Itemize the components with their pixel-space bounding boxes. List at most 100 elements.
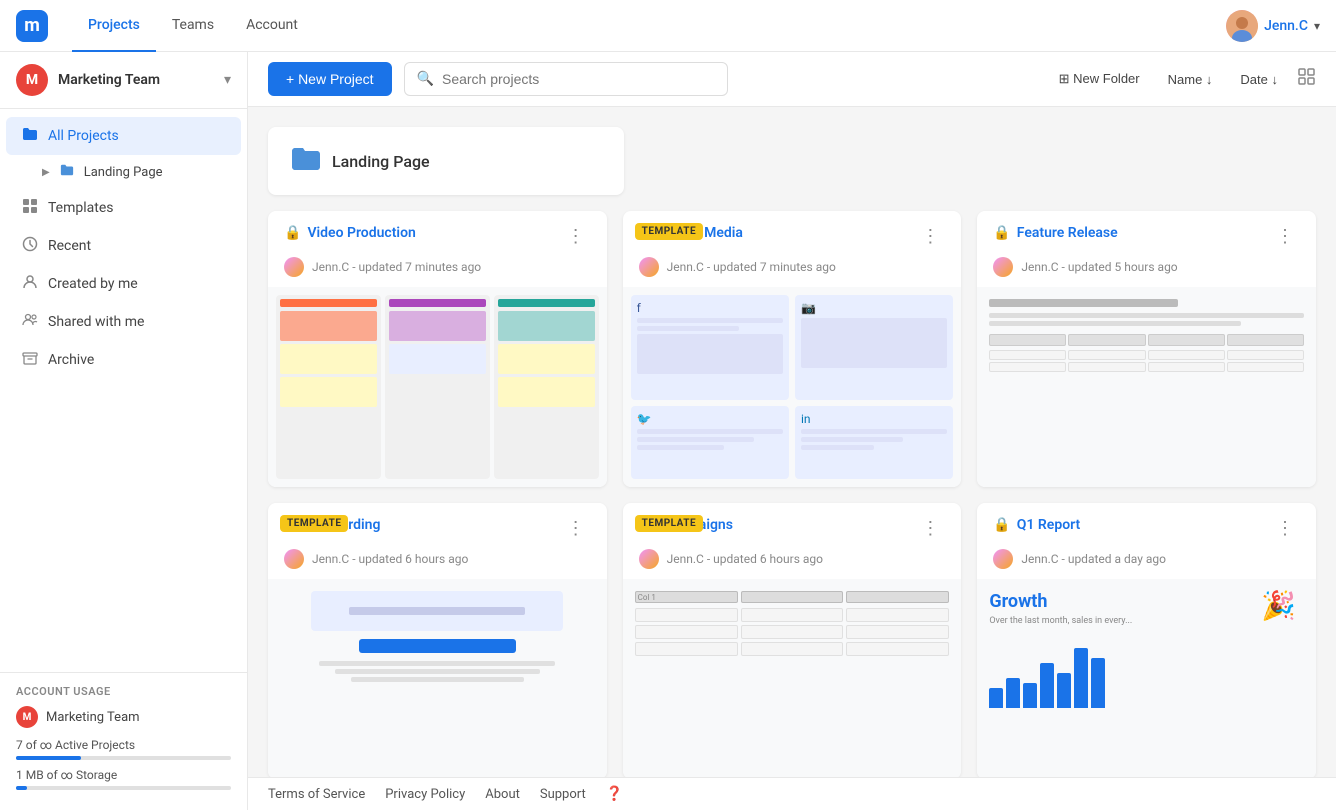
projects-usage-fill (16, 756, 81, 760)
user-nav[interactable]: Jenn.C ▾ (1226, 10, 1320, 42)
kebab-menu-button[interactable]: ⋮ (915, 517, 945, 539)
folder-icon (292, 147, 320, 175)
project-meta-text: Jenn.C - updated 7 minutes ago (667, 260, 836, 274)
kanban-col-todo (276, 295, 381, 479)
project-card-feature-release[interactable]: 🔒 Feature Release ⋮ Jenn.C - updated 5 h… (977, 211, 1316, 487)
template-badge: TEMPLATE (280, 515, 348, 532)
page-footer: Terms of Service Privacy Policy About Su… (248, 777, 1336, 810)
all-projects-label: All Projects (48, 128, 119, 144)
terms-link[interactable]: Terms of Service (268, 787, 365, 802)
help-icon[interactable]: ❓ (606, 786, 623, 802)
sidebar: M Marketing Team ▾ All Projects ▶ (0, 52, 248, 810)
content-topbar: + New Project 🔍 ⊞ New Folder Name ↓ Date… (248, 52, 1336, 107)
project-preview: Col 1 (623, 579, 962, 777)
avatar (639, 257, 659, 277)
kebab-menu-button[interactable]: ⋮ (1270, 225, 1300, 247)
workspace-info: M Marketing Team (16, 64, 160, 96)
nav-projects[interactable]: Projects (72, 0, 156, 52)
sidebar-item-created-by-me[interactable]: Created by me (6, 265, 241, 303)
sidebar-footer: Account Usage M Marketing Team 7 of ∞ Ac… (0, 672, 247, 810)
project-meta-text: Jenn.C - updated 7 minutes ago (312, 260, 481, 274)
kebab-menu-button[interactable]: ⋮ (1270, 517, 1300, 539)
workspace-name: Marketing Team (58, 72, 160, 88)
workspace-footer-name: Marketing Team (46, 710, 140, 725)
lock-icon: 🔒 (993, 517, 1010, 533)
project-card-q1-report[interactable]: 🔒 Q1 Report ⋮ Jenn.C - updated a day ago… (977, 503, 1316, 777)
templates-label: Templates (48, 200, 114, 216)
sidebar-item-templates[interactable]: Templates (6, 189, 241, 227)
project-card-onboarding[interactable]: TEMPLATE ⭐ Onboarding ⋮ Jenn.C - updated… (268, 503, 607, 777)
project-meta-text: Jenn.C - updated 6 hours ago (667, 552, 823, 566)
kebab-menu-button[interactable]: ⋮ (561, 517, 591, 539)
project-meta-text: Jenn.C - updated 5 hours ago (1021, 260, 1177, 274)
sub-folder-icon (60, 163, 74, 181)
avatar (284, 549, 304, 569)
folder-icon (22, 126, 38, 146)
lock-icon: 🔒 (993, 225, 1010, 241)
project-preview (977, 287, 1316, 487)
nav-teams[interactable]: Teams (156, 0, 230, 52)
search-input[interactable] (442, 71, 715, 87)
recent-icon (22, 236, 38, 256)
workspace-footer-avatar: M (16, 706, 38, 728)
active-projects-text: 7 of ∞ Active Projects (16, 738, 231, 752)
project-title: Q1 Report (1017, 517, 1080, 533)
grid-view-icon[interactable] (1298, 68, 1316, 90)
social-panel-li: in (795, 406, 953, 479)
kanban-col-done (494, 295, 599, 479)
content-area: Landing Page 🔒 Video Production ⋮ (248, 107, 1336, 777)
avatar (1226, 10, 1258, 42)
project-preview (268, 579, 607, 777)
storage-text: 1 MB of ∞ Storage (16, 768, 231, 782)
sidebar-item-archive[interactable]: Archive (6, 341, 241, 379)
kebab-menu-button[interactable]: ⋮ (915, 225, 945, 247)
storage-usage-fill (16, 786, 27, 790)
sidebar-item-all-projects[interactable]: All Projects (6, 117, 241, 155)
project-meta-text: Jenn.C - updated a day ago (1021, 552, 1166, 566)
shared-with-me-label: Shared with me (48, 314, 144, 330)
recent-label: Recent (48, 238, 91, 254)
date-sort-button[interactable]: Date ↓ (1232, 66, 1286, 93)
lock-icon: 🔒 (284, 225, 301, 241)
app-logo[interactable]: m (16, 10, 48, 42)
kebab-menu-button[interactable]: ⋮ (561, 225, 591, 247)
nav-account[interactable]: Account (230, 0, 314, 52)
project-card-social-media[interactable]: TEMPLATE ⭐ Social Media ⋮ Jenn.C - updat… (623, 211, 962, 487)
new-folder-button[interactable]: ⊞ New Folder (1051, 65, 1148, 93)
topbar-actions: ⊞ New Folder Name ↓ Date ↓ (1051, 65, 1316, 93)
sidebar-item-landing-page[interactable]: ▶ Landing Page (6, 155, 241, 189)
search-box: 🔍 (404, 62, 729, 96)
archive-label: Archive (48, 352, 94, 368)
kanban-col-doing (385, 295, 490, 479)
folder-card[interactable]: Landing Page (268, 127, 624, 195)
project-preview: f 📷 🐦 (623, 287, 962, 487)
social-panel-insta: 📷 (795, 295, 953, 400)
search-icon: 🔍 (417, 71, 434, 87)
storage-usage-bar (16, 786, 231, 790)
sidebar-header: M Marketing Team ▾ (0, 52, 247, 109)
support-link[interactable]: Support (540, 787, 586, 802)
project-meta-text: Jenn.C - updated 6 hours ago (312, 552, 468, 566)
social-panel-fb: f (631, 295, 789, 400)
project-card-campaigns[interactable]: TEMPLATE ⭐ Campaigns ⋮ Jenn.C - updated … (623, 503, 962, 777)
folder-name: Landing Page (332, 152, 430, 171)
new-project-button[interactable]: + New Project (268, 62, 392, 96)
projects-usage-bar (16, 756, 231, 760)
about-link[interactable]: About (485, 787, 520, 802)
name-sort-button[interactable]: Name ↓ (1160, 66, 1221, 93)
template-badge: TEMPLATE (635, 515, 703, 532)
created-by-me-label: Created by me (48, 276, 138, 292)
templates-icon (22, 198, 38, 218)
privacy-link[interactable]: Privacy Policy (385, 787, 465, 802)
sidebar-item-recent[interactable]: Recent (6, 227, 241, 265)
nav-links: Projects Teams Account (72, 0, 314, 52)
sidebar-item-shared-with-me[interactable]: Shared with me (6, 303, 241, 341)
chevron-down-icon[interactable]: ▾ (224, 72, 231, 88)
main-layout: M Marketing Team ▾ All Projects ▶ (0, 52, 1336, 810)
top-nav: m Projects Teams Account Jenn.C ▾ (0, 0, 1336, 52)
avatar (993, 257, 1013, 277)
project-card-video-production[interactable]: 🔒 Video Production ⋮ Jenn.C - updated 7 … (268, 211, 607, 487)
avatar (993, 549, 1013, 569)
project-preview: 🎉 Growth Over the last month, sales in e… (977, 579, 1316, 777)
user-nav-name: Jenn.C (1264, 18, 1308, 34)
